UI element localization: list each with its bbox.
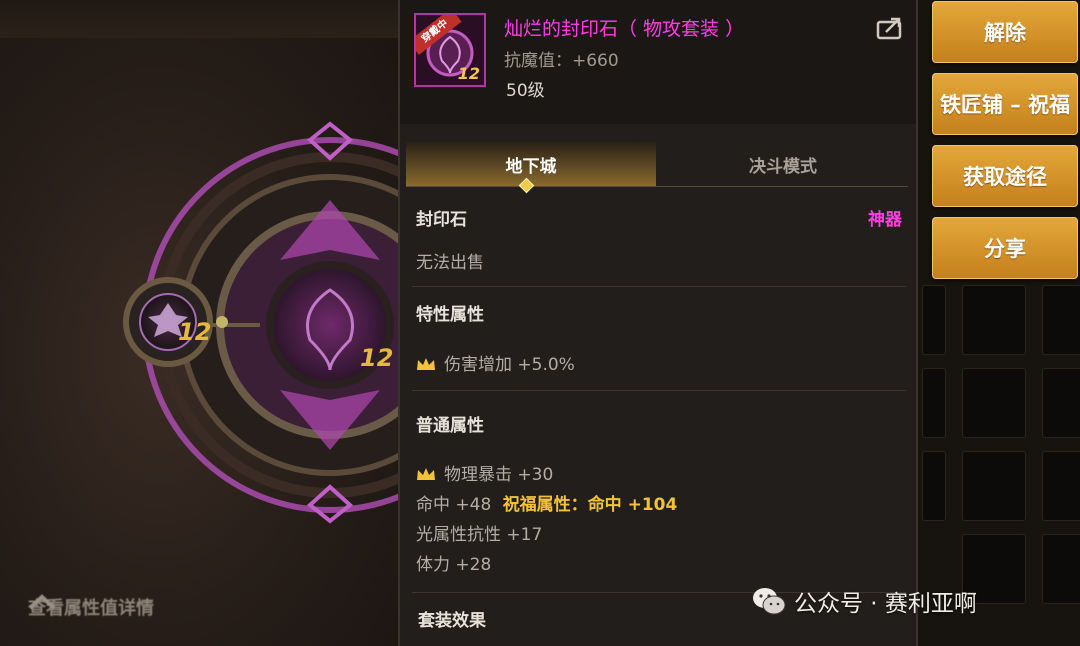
blessing-label: 祝福属性： [502, 495, 588, 515]
chevron-up-icon [28, 594, 56, 610]
seal-slot-art: 12 12 [123, 121, 400, 524]
inventory-slot[interactable] [1042, 534, 1080, 604]
trade-restriction: 无法出售 [416, 253, 484, 273]
share-icon[interactable] [876, 16, 904, 40]
stat-light-resist: 光属性抗性 +17 [416, 525, 543, 545]
item-name: 灿烂的封印石（ 物攻套装 ） [504, 18, 745, 40]
item-header: 穿戴中 12 灿烂的封印石（ 物攻套装 ） 抗魔值：+660 50级 [400, 0, 916, 124]
rarity-label: 神器 [868, 210, 902, 230]
wechat-icon [753, 588, 786, 615]
inventory-slot[interactable] [962, 368, 1026, 438]
view-attribute-details-link[interactable]: 查看属性值详情 [28, 594, 154, 620]
inventory-slot[interactable] [962, 285, 1026, 355]
inventory-slot[interactable] [1042, 368, 1080, 438]
inventory-slot[interactable] [922, 451, 946, 521]
inventory-slot[interactable] [1042, 285, 1080, 355]
divider [412, 286, 906, 287]
divider [412, 390, 906, 391]
inventory-slot[interactable] [922, 285, 946, 355]
equipment-scene: 12 12 查看属性值详情 [0, 0, 400, 646]
stat-physical-crit: 物理暴击 +30 [444, 465, 554, 485]
blessing-value: 命中 +104 [587, 495, 678, 515]
unequip-button[interactable]: 解除 [932, 1, 1078, 63]
seal-stone-item-icon: 穿戴中 12 [414, 13, 486, 87]
inventory-slot[interactable] [922, 368, 946, 438]
set-effect-title: 套装效果 [418, 611, 486, 631]
special-stat-row: 伤害增加 +5.0% [416, 350, 575, 375]
watermark-text: 公众号 · 赛利亚啊 [794, 591, 977, 617]
item-category: 封印石 [416, 210, 467, 230]
anti-magic-value: 抗魔值：+660 [504, 51, 619, 71]
normal-stat-row: 命中 +48 祝福属性：命中 +104 [416, 490, 677, 515]
item-level-badge: 12 [457, 64, 480, 83]
inventory-slot[interactable] [1042, 451, 1080, 521]
center-slot-level-badge: 12 [360, 344, 393, 372]
normal-attributes-title: 普通属性 [416, 416, 484, 436]
stat-accuracy: 命中 +48 [416, 495, 492, 515]
tab-dungeon[interactable]: 地下城 [406, 142, 656, 186]
crown-icon [417, 468, 435, 480]
crown-icon [417, 358, 435, 370]
stat-stamina: 体力 +28 [416, 555, 492, 575]
item-level: 50级 [506, 81, 545, 101]
obtain-method-button[interactable]: 获取途径 [932, 145, 1078, 207]
tab-duel-mode[interactable]: 决斗模式 [658, 142, 908, 186]
share-button[interactable]: 分享 [932, 217, 1078, 279]
mode-tabs: 地下城 决斗模式 [406, 142, 908, 187]
watermark: 公众号 · 赛利亚啊 [752, 584, 977, 618]
special-attributes-title: 特性属性 [416, 305, 484, 325]
blacksmith-blessing-button[interactable]: 铁匠铺 – 祝福 [932, 73, 1078, 135]
inventory-slot[interactable] [962, 451, 1026, 521]
normal-stat-row: 物理暴击 +30 [416, 460, 553, 485]
special-stat-damage: 伤害增加 +5.0% [444, 355, 575, 375]
left-slot-level-badge: 12 [178, 318, 211, 346]
item-tooltip-panel: 穿戴中 12 灿烂的封印石（ 物攻套装 ） 抗魔值：+660 50级 地下城 决… [398, 0, 918, 646]
